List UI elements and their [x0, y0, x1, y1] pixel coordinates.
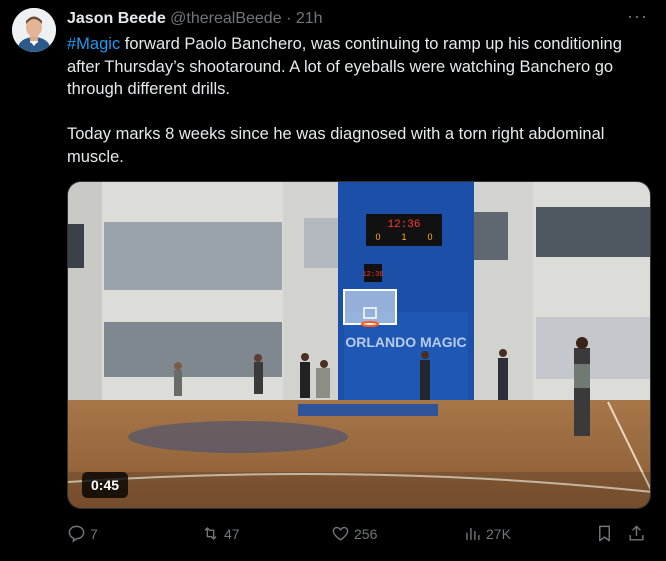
avatar-image — [12, 8, 56, 52]
views-count: 27K — [486, 525, 511, 542]
views-button[interactable]: 27K — [463, 524, 511, 543]
timestamp[interactable]: 21h — [296, 10, 323, 27]
tweet-header: Jason Beede @therealBeede · 21h — [67, 9, 323, 29]
wall-logo: ORLANDO MAGIC — [345, 334, 466, 350]
reply-icon — [68, 525, 85, 543]
share-icon — [629, 525, 644, 541]
avatar[interactable] — [12, 8, 56, 52]
views-icon — [466, 527, 480, 540]
video-frame: ORLANDO MAGIC 12:36 0 1 0 12:36 — [68, 182, 650, 508]
more-options-button[interactable]: ··· — [627, 6, 648, 27]
like-icon — [332, 526, 349, 541]
scoreboard-period: 1 — [401, 232, 406, 242]
share-button[interactable] — [627, 524, 650, 543]
reply-count: 7 — [90, 525, 98, 542]
shot-clock: 12:36 — [362, 271, 383, 279]
repost-icon — [204, 527, 217, 540]
hashtag-link[interactable]: #Magic — [67, 35, 120, 53]
tweet-actions: 7 47 256 27K — [67, 524, 652, 548]
reply-button[interactable]: 7 — [67, 524, 98, 543]
video-player[interactable]: ORLANDO MAGIC 12:36 0 1 0 12:36 — [67, 181, 651, 509]
author-handle[interactable]: @therealBeede — [170, 10, 281, 27]
separator-dot: · — [286, 10, 292, 27]
scoreboard-home: 0 — [375, 232, 380, 242]
like-button[interactable]: 256 — [331, 524, 377, 543]
like-count: 256 — [354, 525, 378, 542]
more-icon: ··· — [627, 6, 648, 26]
video-duration-badge: 0:45 — [82, 472, 129, 498]
repost-button[interactable]: 47 — [201, 524, 240, 543]
bookmark-button[interactable] — [595, 524, 618, 543]
scoreboard-guest: 0 — [427, 232, 432, 242]
scoreboard-clock: 12:36 — [387, 219, 420, 231]
tweet-body: forward Paolo Banchero, was continuing t… — [67, 35, 622, 166]
tweet-text: #Magic forward Paolo Banchero, was conti… — [67, 33, 652, 168]
bookmark-icon — [599, 525, 610, 542]
repost-count: 47 — [224, 525, 240, 542]
author-name[interactable]: Jason Beede — [67, 10, 166, 27]
